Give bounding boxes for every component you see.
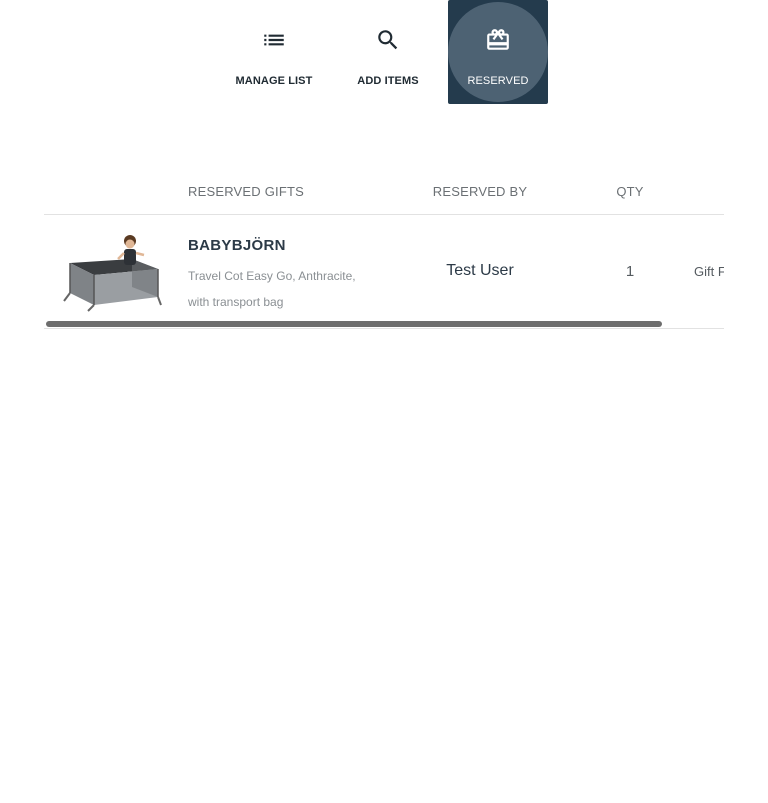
- column-header-reserved-gifts[interactable]: RESERVED GIFTS: [188, 184, 304, 199]
- tab-reserved-label: RESERVED: [467, 75, 529, 87]
- gift-column-partial-text: Gift F: [694, 264, 724, 279]
- reserved-by-name: Test User: [446, 262, 514, 279]
- gift-card-icon: [487, 29, 509, 50]
- search-icon: [378, 30, 398, 50]
- column-header-qty[interactable]: QTY: [604, 184, 656, 199]
- horizontal-scrollbar[interactable]: [46, 321, 662, 327]
- product-brand: BABYBJÖRN: [188, 237, 286, 254]
- tab-add-items[interactable]: ADD ITEMS: [338, 0, 438, 104]
- reserved-quantity: 1: [625, 263, 635, 280]
- list-icon: [264, 34, 284, 46]
- table-header: RESERVED GIFTS RESERVED BY QTY: [44, 170, 724, 215]
- tab-manage-list-label: MANAGE LIST: [235, 75, 313, 87]
- reserved-gifts-table: RESERVED GIFTS RESERVED BY QTY BABYBJÖRN…: [44, 170, 724, 329]
- tab-add-items-label: ADD ITEMS: [357, 75, 419, 87]
- table-row: BABYBJÖRN Travel Cot Easy Go, Anthracite…: [44, 215, 724, 329]
- tab-reserved[interactable]: RESERVED: [448, 0, 548, 104]
- column-header-reserved-by[interactable]: RESERVED BY: [404, 184, 556, 199]
- tab-manage-list[interactable]: MANAGE LIST: [224, 0, 324, 104]
- reserved-gifts-page: MANAGE LIST ADD ITEMS RESERVED RESERVED …: [0, 0, 768, 803]
- travel-cot-product-image[interactable]: [62, 233, 162, 313]
- product-description: Travel Cot Easy Go, Anthracite, with tra…: [188, 269, 356, 309]
